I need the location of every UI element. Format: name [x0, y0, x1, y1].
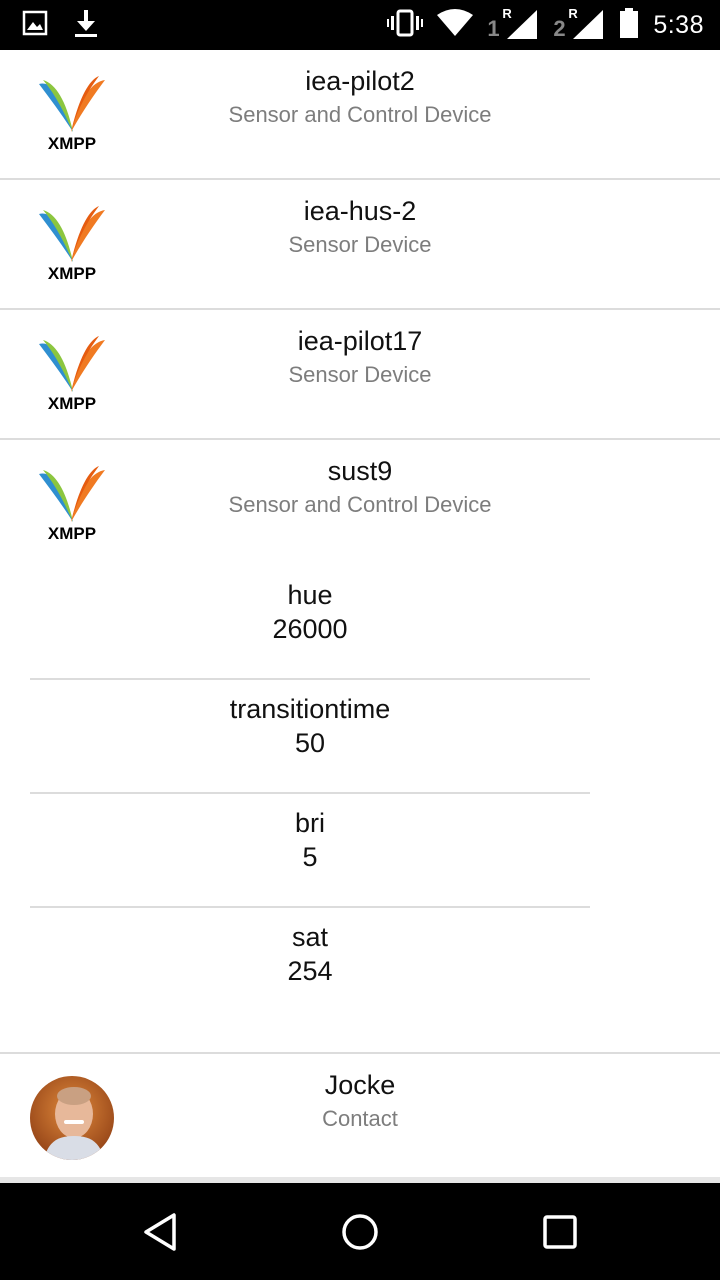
logo-text: XMPP — [48, 264, 96, 282]
device-type: Sensor Device — [288, 362, 432, 387]
recents-icon[interactable] — [530, 1207, 590, 1257]
vibrate-icon — [387, 9, 424, 42]
contact-name: Jocke — [324, 1070, 396, 1100]
device-name: iea-hus-2 — [303, 196, 417, 226]
logo-text: XMPP — [48, 394, 96, 412]
device-name: iea-pilot17 — [297, 326, 423, 356]
navigation-bar — [0, 1183, 720, 1280]
download-icon — [74, 8, 98, 43]
property-value: 26000 — [272, 614, 348, 644]
device-type: Sensor and Control Device — [228, 102, 492, 127]
back-icon[interactable] — [130, 1207, 190, 1257]
device-type: Sensor and Control Device — [228, 492, 492, 517]
property-item[interactable]: sat 254 — [30, 908, 590, 1022]
notification-icons — [22, 8, 98, 42]
list-item-device-expanded[interactable]: XMPP sust9 Sensor and Control Device hue… — [0, 440, 720, 1054]
roster-list: XMPP iea-pilot2 Sensor and Control Devic… — [0, 50, 720, 1182]
clock: 5:38 — [653, 10, 704, 39]
list-item-device[interactable]: XMPP iea-hus-2 Sensor Device — [0, 180, 720, 310]
property-key: transitiontime — [229, 694, 391, 724]
contact-type: Contact — [322, 1106, 398, 1131]
device-name: sust9 — [327, 456, 393, 486]
battery-icon — [619, 7, 639, 43]
device-properties: hue 26000 transitiontime 50 bri 5 sat 25… — [30, 566, 590, 1022]
property-key: sat — [291, 922, 329, 952]
signal-sim2-icon: 2 R — [553, 6, 605, 41]
property-item[interactable]: transitiontime 50 — [30, 680, 590, 794]
list-item-device[interactable]: XMPP iea-pilot17 Sensor Device — [0, 310, 720, 440]
device-name: iea-pilot2 — [305, 66, 415, 96]
property-value: 50 — [294, 728, 326, 758]
logo-text: XMPP — [48, 524, 96, 542]
home-icon[interactable] — [330, 1207, 390, 1257]
property-key: hue — [287, 580, 333, 610]
signal-sim1-icon: 1 R — [487, 6, 539, 41]
property-item[interactable]: bri 5 — [30, 794, 590, 908]
property-value: 5 — [302, 842, 318, 872]
image-icon — [22, 10, 48, 41]
wifi-icon — [437, 8, 474, 42]
list-item-contact[interactable]: Jocke Contact — [0, 1054, 720, 1182]
property-key: bri — [294, 808, 325, 838]
status-bar: 1 R 2 R 5:38 — [0, 0, 720, 50]
device-type: Sensor Device — [288, 232, 432, 257]
system-icons: 1 R 2 R 5:38 — [387, 6, 704, 44]
logo-text: XMPP — [48, 134, 96, 152]
property-value: 254 — [287, 956, 333, 986]
list-item-device[interactable]: XMPP iea-pilot2 Sensor and Control Devic… — [0, 50, 720, 180]
property-item[interactable]: hue 26000 — [30, 566, 590, 680]
